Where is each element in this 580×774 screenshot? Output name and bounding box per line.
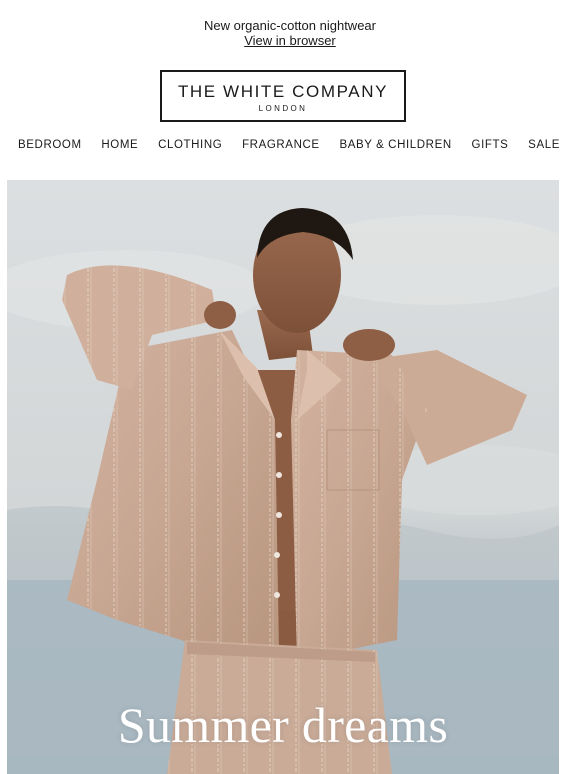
- nav-item-gifts[interactable]: GIFTS: [463, 139, 518, 155]
- main-nav: BEDROOM HOME CLOTHING FRAGRANCE BABY & C…: [9, 139, 569, 155]
- hero-banner[interactable]: Summer dreams: [7, 180, 559, 774]
- nav-item-sale[interactable]: SALE: [519, 139, 569, 155]
- nav-item-fragrance[interactable]: FRAGRANCE: [233, 139, 329, 155]
- hero-image: [7, 180, 559, 774]
- nav-item-home[interactable]: HOME: [92, 139, 147, 155]
- view-in-browser-link[interactable]: View in browser: [244, 33, 336, 48]
- preheader-text: New organic-cotton nightwear: [204, 18, 376, 33]
- logo-name: THE WHITE COMPANY: [177, 82, 389, 101]
- nav-item-baby-children[interactable]: BABY & CHILDREN: [330, 139, 460, 155]
- nav-item-clothing[interactable]: CLOTHING: [149, 139, 231, 155]
- hero-title: Summer dreams: [117, 697, 449, 753]
- preheader: New organic-cotton nightwear View in bro…: [0, 18, 580, 48]
- brand-logo[interactable]: THE WHITE COMPANY LONDON: [160, 70, 406, 122]
- nav-item-bedroom[interactable]: BEDROOM: [9, 139, 91, 155]
- logo-city: LONDON: [258, 104, 308, 113]
